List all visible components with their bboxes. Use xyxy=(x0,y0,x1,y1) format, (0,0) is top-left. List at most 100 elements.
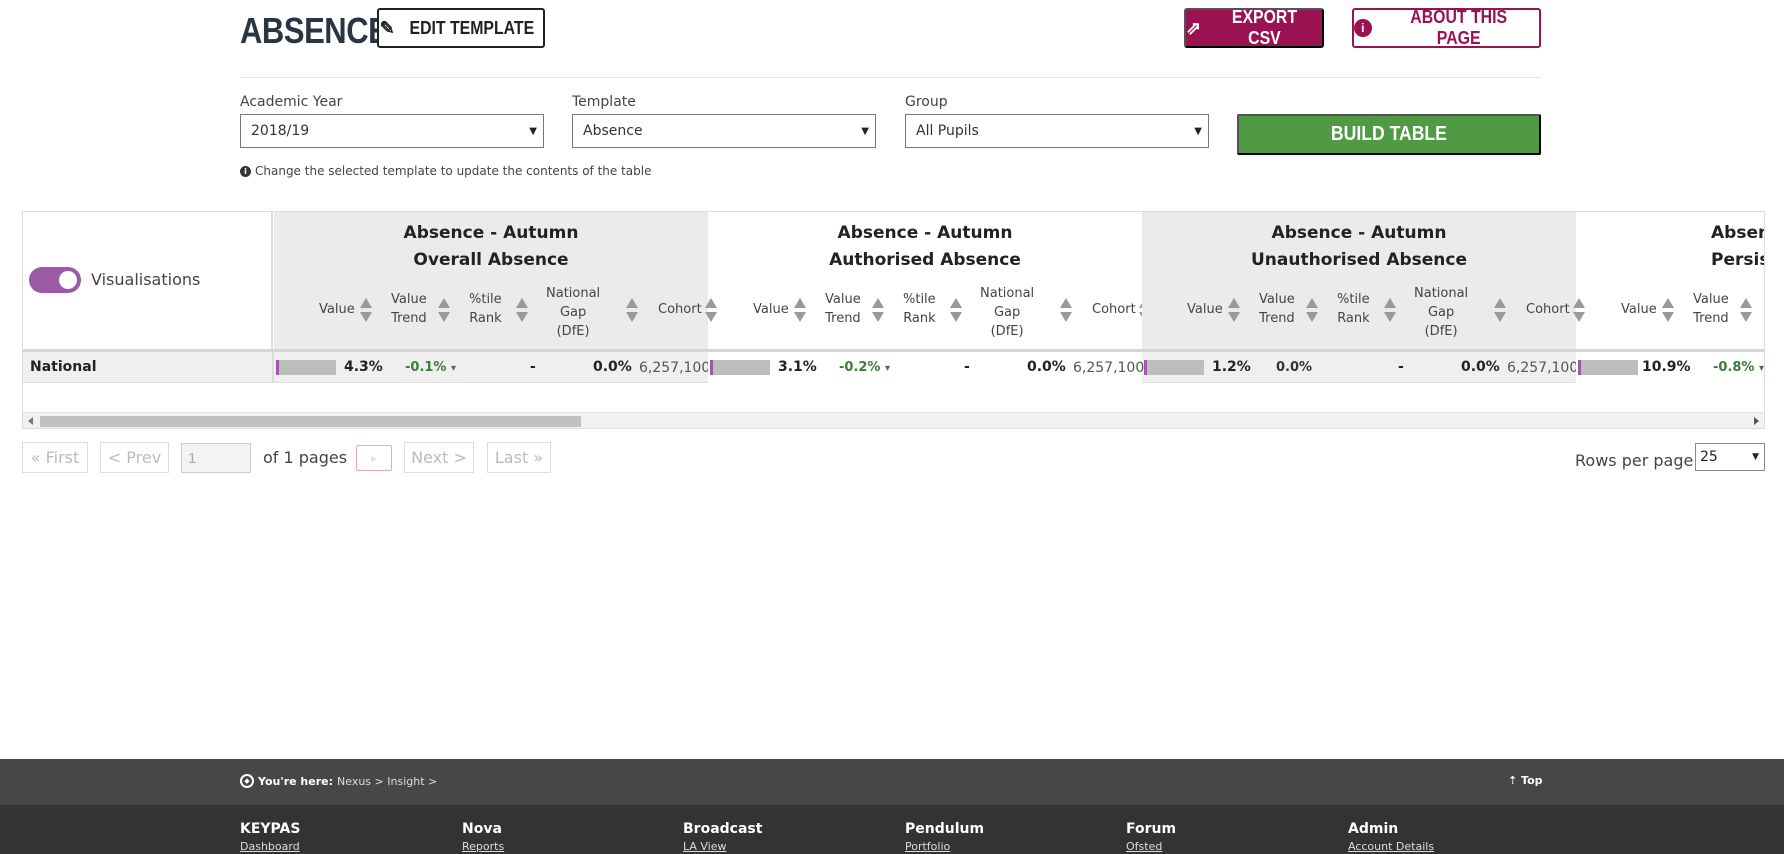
header-tile-rank: %tile Rank xyxy=(1337,290,1370,328)
table-corner: Visualisations xyxy=(23,212,273,349)
header-text: Trend xyxy=(1693,311,1729,326)
build-table-button[interactable]: BUILD TABLE xyxy=(1237,114,1541,155)
page-title: ABSENCE xyxy=(240,10,389,51)
prev-page-button[interactable]: < Prev xyxy=(100,442,169,473)
column-group-title: Absen Persis xyxy=(1711,220,1764,274)
footer-column: Forum Ofsted xyxy=(1126,821,1176,853)
cell-trend: 0.0% xyxy=(1276,360,1312,375)
sort-value-trend-icon[interactable] xyxy=(872,298,884,326)
header-text: Gap xyxy=(559,305,587,320)
edit-template-label: EDIT TEMPLATE xyxy=(409,17,534,38)
cell-trend: -0.8% ▾ xyxy=(1713,360,1764,375)
export-csv-label: EXPORT CSV xyxy=(1231,7,1298,48)
column-group-title-line1: Absence - Autumn xyxy=(837,223,1013,243)
column-group-overall-absence: Absence - Autumn Overall Absence Value V… xyxy=(274,212,717,349)
group-select[interactable]: All Pupils ▼ xyxy=(905,114,1209,148)
rows-per-page-select[interactable]: 25 ▼ xyxy=(1695,443,1765,471)
first-page-button[interactable]: « First xyxy=(22,442,88,473)
sort-value-icon[interactable] xyxy=(1662,298,1674,326)
header-text: (DfE) xyxy=(990,324,1024,339)
info-icon: i xyxy=(240,165,251,177)
sort-national-gap-icon[interactable] xyxy=(1060,298,1072,326)
sort-national-gap-icon[interactable] xyxy=(626,298,638,326)
footer-link[interactable]: Ofsted xyxy=(1126,840,1176,853)
column-group-title: Absence - Autumn Unauthorised Absence xyxy=(1142,220,1576,274)
last-page-button[interactable]: Last » xyxy=(487,442,551,473)
header-text: %tile xyxy=(903,292,936,307)
trend-value: -0.1% xyxy=(405,360,447,375)
header-value: Value xyxy=(753,302,789,317)
header-tile-rank: %tile Rank xyxy=(903,290,936,328)
visualisations-toggle[interactable] xyxy=(29,267,81,293)
header-value-trend: Value Trend xyxy=(391,290,427,328)
footer-link[interactable]: Account Details xyxy=(1348,840,1434,853)
header-text: Value xyxy=(1693,292,1729,307)
edit-template-button[interactable]: ✎ EDIT TEMPLATE xyxy=(377,8,545,48)
cell-rank: - xyxy=(964,359,970,375)
scroll-left-icon[interactable] xyxy=(28,417,33,425)
footer-column: Nova Reports xyxy=(462,821,504,853)
chevron-down-icon: ▼ xyxy=(1752,452,1759,462)
chevron-down-icon: ▼ xyxy=(1194,126,1202,137)
group-value: All Pupils xyxy=(916,123,979,139)
sort-value-trend-icon[interactable] xyxy=(1306,298,1318,326)
cell-value: 10.9% xyxy=(1642,359,1691,375)
breadcrumb-path[interactable]: Nexus > Insight > xyxy=(337,775,437,788)
info-icon: i xyxy=(1354,19,1372,37)
sort-value-icon[interactable] xyxy=(360,298,372,326)
value-bar xyxy=(710,360,770,375)
next-page-button[interactable]: Next > xyxy=(404,442,474,473)
column-group-title-line2: Authorised Absence xyxy=(829,250,1021,270)
template-hint: i Change the selected template to update… xyxy=(240,164,651,178)
sort-value-icon[interactable] xyxy=(794,298,806,326)
header-value: Value xyxy=(319,302,355,317)
cell-value: 4.3% xyxy=(344,359,383,375)
sort-value-trend-icon[interactable] xyxy=(438,298,450,326)
back-to-top-link[interactable]: ⇡ Top xyxy=(1508,774,1543,787)
cell-trend: -0.2% ▾ xyxy=(839,360,890,375)
footer-column: KEYPAS Dashboard xyxy=(240,821,300,853)
go-page-button[interactable]: ▸ xyxy=(356,445,392,471)
page-number-input[interactable] xyxy=(181,443,251,473)
export-csv-button[interactable]: ⇗ EXPORT CSV xyxy=(1184,7,1324,48)
header-text: National xyxy=(980,286,1035,301)
scroll-right-icon[interactable] xyxy=(1754,417,1759,425)
header-text: Trend xyxy=(825,311,861,326)
sort-tile-rank-icon[interactable] xyxy=(950,298,962,326)
about-page-label: ABOUT THIS PAGE xyxy=(1409,7,1507,48)
cell-gap: 0.0% xyxy=(593,359,632,375)
footer-link[interactable]: Portfolio xyxy=(905,840,984,853)
rows-per-page-value: 25 xyxy=(1700,449,1718,465)
header-text: Gap xyxy=(1427,305,1455,320)
header-cohort: Cohort xyxy=(658,302,702,317)
horizontal-scrollbar[interactable] xyxy=(23,412,1764,428)
sort-value-trend-icon[interactable] xyxy=(1740,298,1752,326)
footer-link[interactable]: Reports xyxy=(462,840,504,853)
header-text: Value xyxy=(1259,292,1295,307)
header-value-trend: Value Trend xyxy=(825,290,861,328)
header-national-gap: National Gap (DfE) xyxy=(546,284,600,341)
column-group-title: Absence - Autumn Authorised Absence xyxy=(708,220,1142,274)
sort-tile-rank-icon[interactable] xyxy=(1384,298,1396,326)
trend-down-icon: ▾ xyxy=(1758,363,1765,374)
scrollbar-thumb[interactable] xyxy=(40,416,581,427)
header-text: Rank xyxy=(903,311,936,326)
sort-tile-rank-icon[interactable] xyxy=(516,298,528,326)
header-national-gap: National Gap (DfE) xyxy=(1414,284,1468,341)
build-table-label: BUILD TABLE xyxy=(1330,123,1448,145)
column-group-title: Absence - Autumn Overall Absence xyxy=(274,220,708,274)
pencil-icon: ✎ xyxy=(379,17,395,38)
about-page-button[interactable]: i ABOUT THIS PAGE xyxy=(1352,7,1541,48)
academic-year-select[interactable]: 2018/19 ▼ xyxy=(240,114,544,148)
sort-value-icon[interactable] xyxy=(1228,298,1240,326)
footer-link[interactable]: LA View xyxy=(683,840,762,853)
header-text: Trend xyxy=(391,311,427,326)
header-text: Rank xyxy=(1337,311,1370,326)
cell-value: 1.2% xyxy=(1212,359,1251,375)
sort-national-gap-icon[interactable] xyxy=(1494,298,1506,326)
cell-cohort: 6,257,100 xyxy=(1507,360,1579,376)
visualisations-label: Visualisations xyxy=(91,270,201,289)
template-select[interactable]: Absence ▼ xyxy=(572,114,876,148)
footer-link[interactable]: Dashboard xyxy=(240,840,300,853)
data-table: Visualisations Absence - Autumn Overall … xyxy=(22,211,1765,429)
